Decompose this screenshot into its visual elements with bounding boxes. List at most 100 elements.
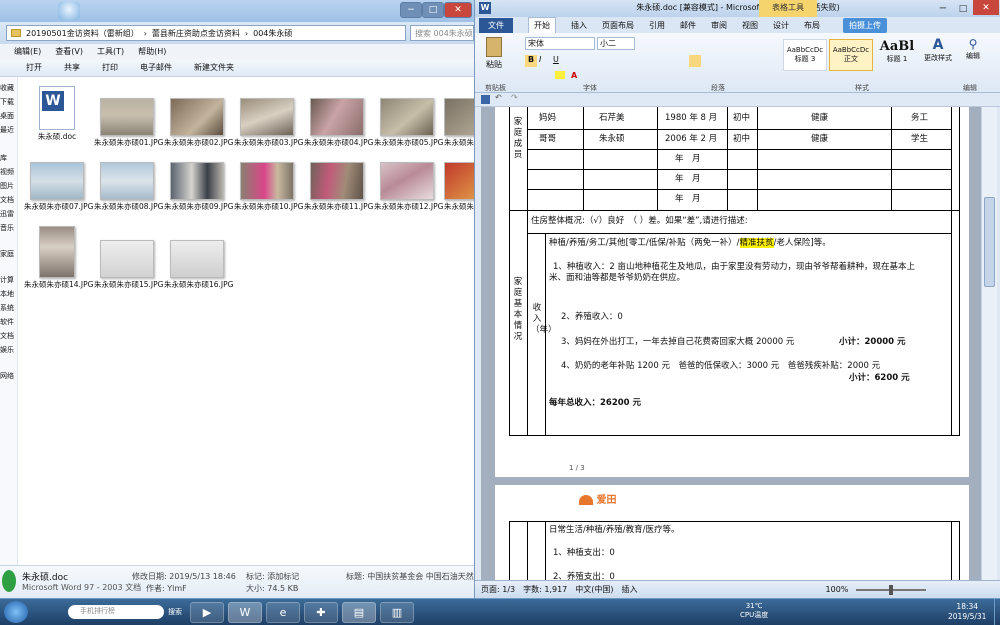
expense-item-2[interactable]: 2、养殖支出：0 xyxy=(553,572,615,580)
share-button[interactable]: 共享 xyxy=(64,62,80,73)
tab-design[interactable]: 设计 xyxy=(773,20,789,31)
nav-item[interactable]: 图片 xyxy=(0,181,18,192)
nav-item[interactable]: 迅雷 xyxy=(0,209,18,220)
temperature-readout[interactable]: 31℃ CPU温度 xyxy=(740,602,768,620)
income-item-2[interactable]: 2、养殖收入：0 xyxy=(561,312,623,323)
income-item-1[interactable]: 1、种植收入：2 亩山地种植花生及地瓜，由于家里没有劳动力，现由爷爷帮着耕种，现… xyxy=(553,262,915,273)
breadcrumb-item[interactable]: 004朱永硕 xyxy=(253,28,292,39)
income-header[interactable]: 种植/养殖/务工/其他[零工/低保/补贴（两免一补）/精准扶贫/老人保险]等。 xyxy=(549,238,831,249)
file-item[interactable]: 朱永硕朱亦硕01.JPG xyxy=(94,98,163,158)
housing-description[interactable]: 住房整体概况:（√）良好 （ ）差。如果“差”,请进行描述: xyxy=(531,216,748,227)
maximize-button[interactable]: □ xyxy=(953,1,973,15)
table-cell[interactable]: 初中 xyxy=(733,134,750,145)
nav-item[interactable]: 桌面 xyxy=(0,111,18,122)
explorer-taskbar-icon[interactable]: ▤ xyxy=(342,602,376,623)
tab-file[interactable]: 文件 xyxy=(479,17,513,33)
file-item[interactable]: 朱永硕朱亦硕12.JPG xyxy=(374,162,443,222)
table-cell[interactable]: 年 月 xyxy=(675,154,701,165)
style-heading1[interactable]: AaBl 标题 1 xyxy=(875,39,919,71)
table-cell[interactable]: 2006 年 2 月 xyxy=(665,134,717,145)
undo-icon[interactable]: ↶ xyxy=(495,93,502,102)
table-cell[interactable]: 学生 xyxy=(911,134,928,145)
nav-item[interactable]: 网络 xyxy=(0,371,18,382)
file-item[interactable]: 朱永硕朱亦硕02.JPG xyxy=(164,98,233,158)
file-item[interactable]: 朱永硕朱亦硕14.JPG xyxy=(24,226,93,289)
menu-edit[interactable]: 编辑(E) xyxy=(14,46,41,57)
tab-review[interactable]: 审阅 xyxy=(711,20,727,31)
change-styles-button[interactable]: A 更改样式 xyxy=(923,37,953,63)
close-button[interactable]: ✕ xyxy=(444,2,472,18)
table-cell[interactable]: 哥哥 xyxy=(539,134,556,145)
table-cell[interactable]: 初中 xyxy=(733,113,750,124)
file-item[interactable]: 朱永硕朱亦硕03.JPG xyxy=(234,98,303,158)
expense-header[interactable]: 日常生活/种植/养殖/教育/医疗等。 xyxy=(549,525,679,536)
file-item[interactable]: 朱永硕朱亦硕04.JPG xyxy=(304,98,373,158)
table-cell[interactable]: 年 月 xyxy=(675,174,701,185)
status-mode[interactable]: 插入 xyxy=(622,584,638,595)
nav-item[interactable]: 计算 xyxy=(0,275,18,286)
font-size-select[interactable]: 小二 xyxy=(597,37,635,50)
bold-button[interactable]: B xyxy=(525,55,537,67)
minimize-button[interactable]: − xyxy=(400,2,422,18)
address-bar[interactable]: 20190501金访资料（雷新组） › 蕾县新庄资助点金访资料 › 004朱永硕 xyxy=(6,25,406,41)
file-item[interactable]: 朱永硕朱亦硕05.JPG xyxy=(374,98,443,158)
tab-table-layout[interactable]: 布局 xyxy=(804,20,820,31)
tab-mailings[interactable]: 邮件 xyxy=(680,20,696,31)
status-zoom[interactable]: 100% xyxy=(826,585,849,594)
table-cell[interactable]: 朱永硕 xyxy=(599,134,625,145)
nav-item[interactable]: 家庭 xyxy=(0,249,18,260)
nav-item[interactable]: 下载 xyxy=(0,97,18,108)
zoom-slider[interactable] xyxy=(856,584,927,595)
media-player-icon[interactable]: ▶ xyxy=(190,602,224,623)
font-color-icon[interactable]: A xyxy=(571,71,577,80)
nav-item[interactable]: 收藏 xyxy=(0,83,18,94)
zoom-slider-thumb[interactable] xyxy=(889,584,894,595)
file-item[interactable]: 朱永硕朱亦硕10.JPG xyxy=(234,162,303,222)
align-center-button[interactable] xyxy=(689,55,701,67)
nav-item[interactable]: 娱乐 xyxy=(0,345,18,356)
search-box[interactable]: 手机排行榜 xyxy=(68,605,164,619)
tab-references[interactable]: 引用 xyxy=(649,20,665,31)
nav-item[interactable]: 系统 xyxy=(0,303,18,314)
file-item[interactable]: W 朱永硕.doc xyxy=(24,86,90,146)
menu-help[interactable]: 帮助(H) xyxy=(138,46,166,57)
menu-view[interactable]: 查看(V) xyxy=(55,46,83,57)
print-button[interactable]: 打印 xyxy=(102,62,118,73)
table-cell[interactable]: 妈妈 xyxy=(539,113,556,124)
ie-icon[interactable]: e xyxy=(266,602,300,623)
open-button[interactable]: 打开 xyxy=(26,62,42,73)
maximize-button[interactable]: □ xyxy=(422,2,444,18)
file-item[interactable]: 朱永硕朱亦硕09.JPG xyxy=(164,162,233,222)
file-item[interactable]: 朱永硕朱亦硕06 xyxy=(444,98,474,158)
table-cell[interactable]: 1980 年 8 月 xyxy=(665,113,717,124)
nav-item[interactable]: 本地 xyxy=(0,289,18,300)
nav-item[interactable]: 最近 xyxy=(0,125,18,136)
file-item[interactable]: 朱永硕朱亦硕15.JPG xyxy=(94,240,163,300)
breadcrumb-item[interactable]: 蕾县新庄资助点金访资料 xyxy=(152,28,240,39)
underline-button[interactable]: U xyxy=(553,55,559,64)
nav-item[interactable]: 文档 xyxy=(0,331,18,342)
table-cell[interactable]: 务工 xyxy=(911,113,928,124)
document-taskbar-icon[interactable]: ▥ xyxy=(380,602,414,623)
tab-insert[interactable]: 插入 xyxy=(571,20,587,31)
table-cell[interactable]: 健康 xyxy=(811,134,828,145)
tab-layout[interactable]: 页面布局 xyxy=(602,20,634,31)
app-icon[interactable]: ✚ xyxy=(304,602,338,623)
nav-item[interactable]: 文档 xyxy=(0,195,18,206)
show-desktop-button[interactable] xyxy=(994,599,1000,625)
nav-item[interactable]: 视频 xyxy=(0,167,18,178)
status-language[interactable]: 中文(中国) xyxy=(575,584,613,595)
editing-button[interactable]: ⚲ 编辑 xyxy=(961,37,985,61)
expense-item-1[interactable]: 1、种植支出：0 xyxy=(553,548,615,559)
status-page[interactable]: 页面: 1/3 xyxy=(481,584,515,595)
tab-home[interactable]: 开始 xyxy=(528,17,556,33)
status-words[interactable]: 字数: 1,917 xyxy=(523,584,567,595)
nav-item[interactable]: 音乐 xyxy=(0,223,18,234)
file-item[interactable]: 朱永硕朱亦硕13 xyxy=(444,162,474,222)
file-item[interactable]: 朱永硕朱亦硕07.JPG xyxy=(24,162,93,222)
italic-button[interactable]: I xyxy=(539,55,541,64)
search-button[interactable]: 搜索 xyxy=(164,605,186,619)
income-item-3[interactable]: 3、妈妈在外出打工，一年去掉自己花费寄回家大概 20000 元 xyxy=(561,337,794,348)
table-cell[interactable]: 石芹美 xyxy=(599,113,625,124)
file-item[interactable]: 朱永硕朱亦硕11.JPG xyxy=(304,162,373,222)
